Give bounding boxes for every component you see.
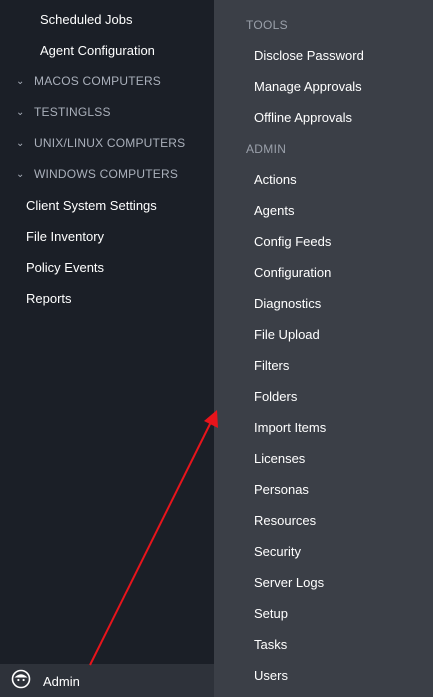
menu-item-security[interactable]: Security (254, 544, 301, 560)
nav-item-agent-configuration[interactable]: Agent Configuration (40, 43, 155, 59)
menu-section-tools-header: TOOLS (246, 18, 288, 32)
menu-item-resources[interactable]: Resources (254, 513, 316, 529)
user-menu-bar[interactable] (0, 664, 214, 697)
nav-item-scheduled-jobs[interactable]: Scheduled Jobs (40, 12, 133, 28)
menu-item-manage-approvals[interactable]: Manage Approvals (254, 79, 362, 95)
menu-item-filters[interactable]: Filters (254, 358, 289, 374)
menu-item-configuration[interactable]: Configuration (254, 265, 331, 281)
menu-item-setup[interactable]: Setup (254, 606, 288, 622)
nav-item-reports[interactable]: Reports (26, 291, 72, 307)
menu-item-config-feeds[interactable]: Config Feeds (254, 234, 331, 250)
menu-item-users[interactable]: Users (254, 668, 288, 684)
nav-group-unix-linux[interactable]: UNIX/LINUX COMPUTERS (34, 136, 185, 150)
menu-item-personas[interactable]: Personas (254, 482, 309, 498)
menu-item-file-upload[interactable]: File Upload (254, 327, 320, 343)
menu-item-licenses[interactable]: Licenses (254, 451, 305, 467)
menu-item-agents[interactable]: Agents (254, 203, 294, 219)
nav-group-windows[interactable]: WINDOWS COMPUTERS (34, 167, 178, 181)
menu-item-import-items[interactable]: Import Items (254, 420, 326, 436)
nav-item-client-system-settings[interactable]: Client System Settings (26, 198, 157, 214)
menu-item-actions[interactable]: Actions (254, 172, 297, 188)
menu-item-tasks[interactable]: Tasks (254, 637, 287, 653)
nav-item-file-inventory[interactable]: File Inventory (26, 229, 104, 245)
user-name-label[interactable]: Admin (43, 674, 80, 690)
menu-item-diagnostics[interactable]: Diagnostics (254, 296, 321, 312)
chevron-down-icon[interactable]: ⌄ (16, 139, 26, 149)
nav-group-macos[interactable]: MACOS COMPUTERS (34, 74, 161, 88)
menu-item-disclose-password[interactable]: Disclose Password (254, 48, 364, 64)
chevron-down-icon[interactable]: ⌄ (16, 108, 26, 118)
nav-group-testinglss[interactable]: TESTINGLSS (34, 105, 111, 119)
chevron-down-icon[interactable]: ⌄ (16, 77, 26, 87)
user-avatar-icon[interactable] (11, 669, 31, 689)
left-sidebar: Scheduled Jobs Agent Configuration ⌄ MAC… (0, 0, 214, 697)
nav-item-policy-events[interactable]: Policy Events (26, 260, 104, 276)
menu-item-server-logs[interactable]: Server Logs (254, 575, 324, 591)
menu-section-admin-header: ADMIN (246, 142, 287, 156)
menu-item-folders[interactable]: Folders (254, 389, 297, 405)
menu-item-offline-approvals[interactable]: Offline Approvals (254, 110, 352, 126)
chevron-down-icon[interactable]: ⌄ (16, 170, 26, 180)
admin-dropdown-menu: TOOLS Disclose Password Manage Approvals… (214, 0, 433, 697)
